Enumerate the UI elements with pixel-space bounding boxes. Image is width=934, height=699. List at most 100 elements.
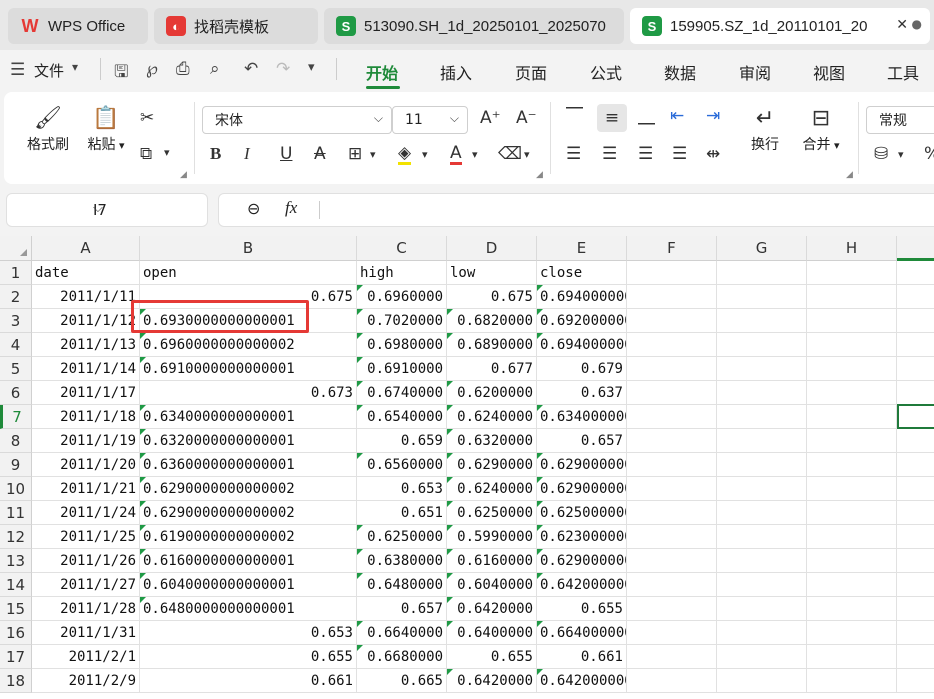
clipboard-launcher-icon[interactable]: ◢ xyxy=(180,170,187,180)
row-header[interactable]: 3 xyxy=(0,309,32,333)
cell[interactable]: 0.6940000000000002 xyxy=(537,333,627,357)
cell[interactable] xyxy=(717,645,807,669)
cell[interactable]: 0.6290000000000002 xyxy=(537,549,627,573)
undo-icon[interactable]: ↶ xyxy=(244,59,258,79)
cell[interactable]: 2011/2/9 xyxy=(32,669,140,693)
cell[interactable]: date xyxy=(32,261,140,285)
cell[interactable] xyxy=(717,285,807,309)
cell[interactable]: 0.6480000 xyxy=(357,573,447,597)
wrap-text-button[interactable]: ↵ 换行 xyxy=(742,104,788,154)
row-header[interactable]: 10 xyxy=(0,477,32,501)
row-header[interactable]: 18 xyxy=(0,669,32,693)
row-header[interactable]: 8 xyxy=(0,429,32,453)
currency-icon[interactable]: ⛁ xyxy=(874,144,888,164)
cell[interactable] xyxy=(627,405,717,429)
cell[interactable]: 0.655 xyxy=(140,645,357,669)
chevron-down-icon[interactable]: ▾ xyxy=(472,148,478,161)
select-all-corner[interactable] xyxy=(0,236,32,261)
cell[interactable] xyxy=(807,381,897,405)
cell[interactable] xyxy=(627,453,717,477)
cell[interactable]: 0.6040000000000001 xyxy=(140,573,357,597)
cell[interactable]: 2011/2/1 xyxy=(32,645,140,669)
cell[interactable] xyxy=(897,621,934,645)
bold-icon[interactable]: B xyxy=(210,144,221,164)
column-header-c[interactable]: C xyxy=(357,236,447,261)
cell[interactable]: 2011/1/21 xyxy=(32,477,140,501)
chevron-down-icon[interactable]: ⌵ xyxy=(93,201,197,216)
cell[interactable]: 2011/1/24 xyxy=(32,501,140,525)
cell[interactable]: 0.655 xyxy=(447,645,537,669)
cell[interactable] xyxy=(807,501,897,525)
cell[interactable]: 2011/1/12 xyxy=(32,309,140,333)
row-header[interactable]: 11 xyxy=(0,501,32,525)
cell[interactable]: 0.6340000000000001 xyxy=(537,405,627,429)
cell[interactable]: 0.657 xyxy=(357,597,447,621)
cell[interactable]: 0.653 xyxy=(140,621,357,645)
print-icon[interactable]: ⎙ xyxy=(176,59,190,79)
cell[interactable]: 0.6290000000000002 xyxy=(140,477,357,501)
cell[interactable]: 2011/1/11 xyxy=(32,285,140,309)
cell[interactable] xyxy=(807,597,897,621)
cell[interactable]: 0.6420000 xyxy=(447,597,537,621)
cell[interactable]: 0.6250000000000002 xyxy=(537,501,627,525)
tab-wps-office[interactable]: W WPS Office xyxy=(8,8,148,44)
cell[interactable]: 0.6040000 xyxy=(447,573,537,597)
cell[interactable] xyxy=(627,381,717,405)
cell[interactable] xyxy=(897,597,934,621)
increase-font-icon[interactable]: A⁺ xyxy=(480,108,501,128)
cell[interactable]: 0.677 xyxy=(447,357,537,381)
cell[interactable] xyxy=(627,573,717,597)
cell[interactable]: 0.637 xyxy=(537,381,627,405)
cell[interactable] xyxy=(807,309,897,333)
cell[interactable]: 0.6240000 xyxy=(447,405,537,429)
cell[interactable] xyxy=(897,309,934,333)
column-header-h[interactable]: H xyxy=(807,236,897,261)
cell[interactable]: 0.651 xyxy=(357,501,447,525)
cell[interactable]: 0.6290000000000002 xyxy=(537,477,627,501)
align-left-icon[interactable]: ☰ xyxy=(566,144,581,164)
cell[interactable] xyxy=(627,309,717,333)
cell[interactable]: 0.6420000 xyxy=(447,669,537,693)
hamburger-menu-icon[interactable]: ☰ xyxy=(10,60,25,80)
paste-button[interactable]: 📋 粘贴 ▾ xyxy=(82,104,130,154)
row-header[interactable]: 5 xyxy=(0,357,32,381)
cell[interactable] xyxy=(897,669,934,693)
cell[interactable]: 0.6680000 xyxy=(357,645,447,669)
cell[interactable]: 0.6160000000000001 xyxy=(140,549,357,573)
cell[interactable] xyxy=(717,549,807,573)
cell[interactable] xyxy=(717,525,807,549)
cell[interactable] xyxy=(897,357,934,381)
font-color-icon[interactable]: A xyxy=(450,144,462,165)
selected-cell-i7[interactable] xyxy=(897,404,934,429)
cell[interactable]: 0.6360000000000001 xyxy=(140,453,357,477)
distributed-icon[interactable]: ⇹ xyxy=(706,144,720,164)
formula-input[interactable]: ⊖ fx xyxy=(218,193,934,227)
column-header-a[interactable]: A xyxy=(32,236,140,261)
cell[interactable]: close xyxy=(537,261,627,285)
cell[interactable]: 0.6240000 xyxy=(447,477,537,501)
chevron-down-icon[interactable]: ▾ xyxy=(524,148,530,161)
cell[interactable]: 2011/1/19 xyxy=(32,429,140,453)
tab-formula[interactable]: 公式 xyxy=(590,60,622,84)
cell[interactable]: 0.6640000 xyxy=(357,621,447,645)
cell[interactable]: 2011/1/14 xyxy=(32,357,140,381)
row-header[interactable]: 4 xyxy=(0,333,32,357)
column-header-f[interactable]: F xyxy=(627,236,717,261)
row-header[interactable]: 7 xyxy=(0,405,32,429)
fill-color-icon[interactable]: ◈ xyxy=(398,144,412,165)
cell[interactable] xyxy=(807,669,897,693)
cell[interactable]: 2011/1/18 xyxy=(32,405,140,429)
cell[interactable] xyxy=(627,285,717,309)
clear-format-icon[interactable]: ⌫ xyxy=(498,144,522,164)
cell[interactable] xyxy=(897,429,934,453)
cell[interactable]: 0.661 xyxy=(537,645,627,669)
chevron-down-icon[interactable]: ▾ xyxy=(370,148,376,161)
tab-spreadsheet-159905[interactable]: S 159905.SZ_1d_20110101_20 ✕ ● xyxy=(630,8,930,44)
font-name-select[interactable]: 宋体 ⌵ xyxy=(202,106,392,134)
column-header-g[interactable]: G xyxy=(717,236,807,261)
percent-icon[interactable]: % xyxy=(924,144,934,164)
cell[interactable]: 0.6910000 xyxy=(357,357,447,381)
redo-icon[interactable]: ↷ xyxy=(276,59,290,79)
tab-page[interactable]: 页面 xyxy=(515,60,547,84)
cell[interactable]: 0.6420000000000001 xyxy=(537,669,627,693)
